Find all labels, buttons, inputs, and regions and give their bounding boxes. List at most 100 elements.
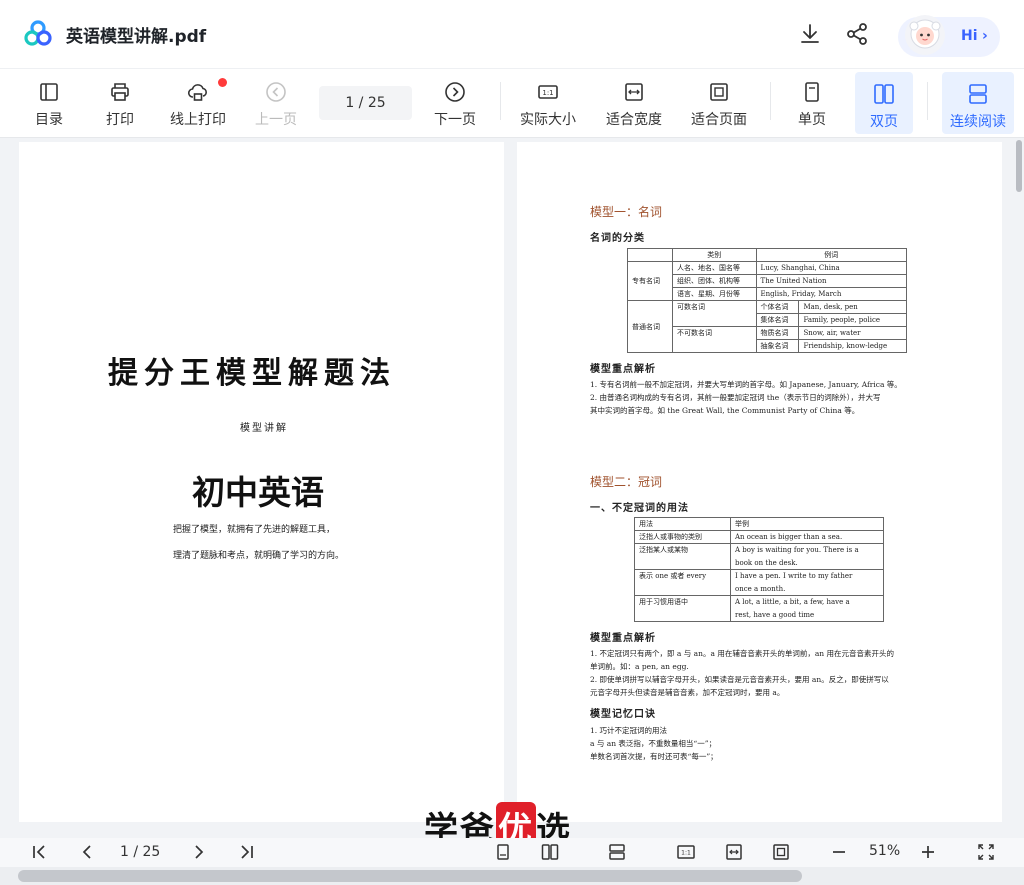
cover-line-1: 把握了模型，就拥有了先进的解题工具， <box>173 525 336 535</box>
table-cell: book on the desk. <box>730 556 884 570</box>
online-print-label: 线上打印 <box>170 112 226 128</box>
toolbar-divider <box>770 82 771 120</box>
noun-note-2: 2. 由普通名词构成的专有名词，其前一般要加定冠词 the（表示节日的词除外），… <box>590 393 881 402</box>
toc-button[interactable]: 目录 <box>28 70 70 132</box>
vertical-scrollbar[interactable] <box>1016 140 1022 192</box>
table-row: 泛指某人或某物 A boy is waiting for you. There … <box>634 543 884 557</box>
key-points-heading-2: 模型重点解析 <box>590 633 656 644</box>
page-number-input[interactable]: 1 / 25 <box>319 86 412 120</box>
table-cell: Man, desk, pen <box>798 300 907 314</box>
table-cell: once a month. <box>730 582 884 596</box>
fit-width-view-icon[interactable] <box>724 842 744 862</box>
double-page-button[interactable]: 双页 <box>855 72 913 134</box>
toc-icon <box>40 83 58 101</box>
table-cell: I have a pen. I write to my father <box>730 569 884 583</box>
previous-page-icon[interactable] <box>77 842 97 862</box>
table-row: book on the desk. <box>634 556 884 570</box>
toc-label: 目录 <box>35 112 63 128</box>
table-row: 表示 one 或者 every I have a pen. I write to… <box>634 569 884 583</box>
chevron-left-circle-icon <box>266 82 286 102</box>
fit-width-button[interactable]: 适合宽度 <box>604 70 664 132</box>
zoom-out-icon[interactable] <box>829 842 849 862</box>
print-button[interactable]: 打印 <box>99 70 141 132</box>
cover-title: 提分王模型解题法 <box>108 356 396 391</box>
table-cell: 人名、地名、国名等 <box>672 261 757 275</box>
cloud-print-icon <box>187 84 207 101</box>
table-cell <box>634 582 731 596</box>
table-cell: 不可数名词 <box>672 326 757 353</box>
single-page-label: 单页 <box>798 112 826 128</box>
single-page-button[interactable]: 单页 <box>790 70 834 132</box>
title-bar: 英语模型讲解.pdf Hi › <box>0 0 1024 68</box>
table-cell: 泛指某人或某物 <box>634 543 731 557</box>
memory-heading: 模型记忆口诀 <box>590 709 656 720</box>
table-cell: 物质名词 <box>755 326 800 340</box>
actual-size-label: 实际大小 <box>520 112 576 128</box>
fit-width-label: 适合宽度 <box>606 112 662 128</box>
model1-title: 模型一：名词 <box>590 205 663 219</box>
memory-line-2: a 与 an 表泛指，不重数量相当“一”； <box>590 739 717 748</box>
fullscreen-icon[interactable] <box>976 842 996 862</box>
table-cell: Family, people, police <box>798 313 907 327</box>
table-cell: An ocean is bigger than a sea. <box>730 530 884 544</box>
table-cell: 用于习惯用语中 <box>634 595 731 609</box>
prev-page-button[interactable]: 上一页 <box>254 70 298 132</box>
app-logo-icon <box>24 20 52 46</box>
toolbar-divider <box>927 82 928 120</box>
table-cell: 个体名词 <box>755 300 800 314</box>
table-cell: 泛指人或事物的类别 <box>634 530 731 544</box>
noun-note-3: 其中实词的首字母。如 the Great Wall, the Communist… <box>590 406 860 415</box>
single-page-icon <box>805 82 819 102</box>
zoom-in-icon[interactable] <box>918 842 938 862</box>
table-cell: rest, have a good time <box>730 608 884 622</box>
bottom-page-indicator[interactable]: 1 / 25 <box>120 844 160 860</box>
table-cell: 集体名词 <box>755 313 800 327</box>
table-cell: The United Nation <box>755 274 908 288</box>
next-page-icon[interactable] <box>189 842 209 862</box>
next-page-label: 下一页 <box>434 112 476 128</box>
continuous-read-button[interactable]: 连续阅读 <box>942 72 1014 134</box>
article-note-3: 2. 即使单词拼写以辅音字母开头，如果读音是元音音素开头，要用 an。反之，即使… <box>590 675 889 684</box>
single-page-view-icon[interactable] <box>493 842 513 862</box>
last-page-icon[interactable] <box>237 842 257 862</box>
noun-note-1: 1. 专有名词前一般不加定冠词，并要大写单词的首字母。如 Japanese, J… <box>590 380 902 389</box>
double-page-view-icon[interactable] <box>540 842 560 862</box>
assistant-hi-label[interactable]: Hi <box>961 28 978 44</box>
fit-page-button[interactable]: 适合页面 <box>689 70 749 132</box>
zoom-level[interactable]: 51% <box>869 843 900 859</box>
cover-line-2: 理清了题脉和考点，就明确了学习的方向。 <box>173 551 345 561</box>
article-note-4: 元音字母开头但读音是辅音音素，加不定冠词时，要用 a。 <box>590 688 785 697</box>
chevron-right-circle-icon <box>445 82 465 102</box>
table-header: 举例 <box>730 517 884 531</box>
continuous-read-label: 连续阅读 <box>950 114 1006 130</box>
table-cell: 组织、团体、机构等 <box>672 274 757 288</box>
next-page-button[interactable]: 下一页 <box>433 70 477 132</box>
table-header: 类别 <box>672 248 757 262</box>
first-page-icon[interactable] <box>29 842 49 862</box>
table-cell <box>634 556 731 570</box>
continuous-view-icon[interactable] <box>607 842 627 862</box>
table-row: rest, have a good time <box>634 608 884 622</box>
fit-page-label: 适合页面 <box>691 112 747 128</box>
fit-page-view-icon[interactable] <box>771 842 791 862</box>
notification-dot <box>218 78 227 87</box>
printer-icon <box>111 83 129 101</box>
table-row: 专有名词 人名、地名、国名等 Lucy, Shanghai, China <box>627 261 908 301</box>
svg-text:1:1: 1:1 <box>542 89 553 97</box>
actual-size-icon: 1:1 <box>538 85 558 99</box>
table-cell: Snow, air, water <box>798 326 907 340</box>
memory-line-3: 单数名词首次提，有时还可表“每一”； <box>590 752 718 761</box>
actual-size-button[interactable]: 1:1 实际大小 <box>518 70 578 132</box>
article-note-2: 单词前。如：a pen, an egg. <box>590 662 689 671</box>
table-cell: 表示 one 或者 every <box>634 569 731 583</box>
table-cell: 普通名词 <box>627 300 673 353</box>
chevron-right-icon[interactable]: › <box>982 28 988 44</box>
table-header-empty <box>627 248 673 262</box>
download-icon[interactable] <box>798 22 822 46</box>
actual-size-view-icon[interactable]: 1:1 <box>676 842 696 862</box>
prev-page-label: 上一页 <box>255 112 297 128</box>
horizontal-scrollbar-thumb[interactable] <box>18 870 802 882</box>
assistant-avatar[interactable] <box>898 10 952 60</box>
share-icon[interactable] <box>845 22 869 46</box>
table-header: 用法 <box>634 517 731 531</box>
